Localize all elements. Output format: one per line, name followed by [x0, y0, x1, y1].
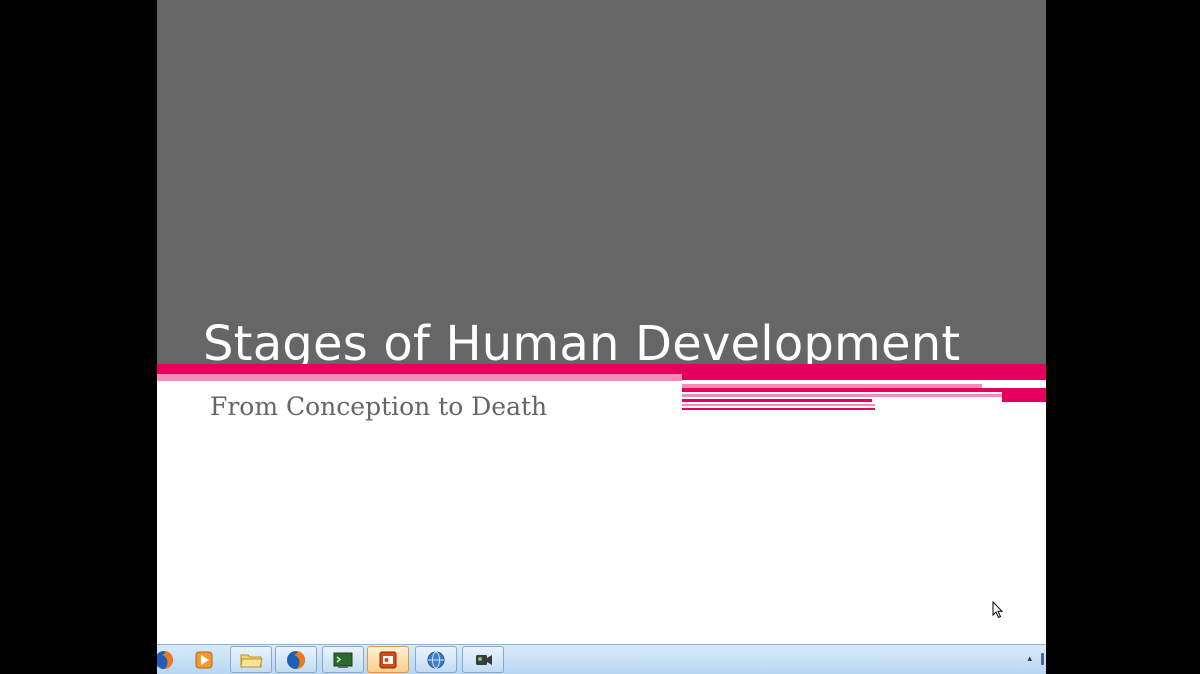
accent-stripe-band	[682, 374, 1046, 380]
accent-stripe-light	[157, 374, 682, 381]
slide-title-area	[157, 0, 1046, 364]
network-globe-icon	[427, 651, 445, 668]
terminal-icon	[333, 652, 353, 668]
taskbar-item-firefox[interactable]	[275, 646, 317, 673]
taskbar-item-media-player[interactable]	[183, 646, 225, 673]
accent-line	[682, 408, 875, 410]
accent-block	[1002, 392, 1046, 402]
taskbar-item-camcorder[interactable]	[462, 646, 504, 673]
show-desktop-button[interactable]	[1041, 653, 1044, 665]
accent-line	[682, 388, 1046, 392]
taskbar-item-powerpoint[interactable]	[367, 646, 409, 673]
taskbar-item-firefox-partial[interactable]	[157, 646, 185, 673]
show-hidden-icons-button[interactable]: ▴	[1027, 654, 1032, 664]
accent-stripe	[157, 364, 1046, 374]
camcorder-icon	[476, 654, 492, 665]
taskbar-item-explorer[interactable]	[230, 646, 272, 673]
accent-line	[682, 394, 1032, 397]
folder-icon	[240, 654, 263, 667]
slide-subtitle: From Conception to Death	[210, 392, 548, 421]
firefox-icon	[287, 650, 305, 669]
powerpoint-icon	[379, 651, 397, 668]
accent-line	[682, 404, 875, 406]
media-player-icon	[195, 651, 213, 668]
screen: Stages of Human Development From Concept…	[157, 0, 1046, 674]
accent-line	[682, 399, 872, 402]
taskbar-item-terminal[interactable]	[322, 646, 364, 673]
taskbar-item-network[interactable]	[415, 646, 457, 673]
firefox-icon	[157, 650, 173, 669]
taskbar: ▴	[157, 644, 1046, 674]
mouse-cursor-icon	[992, 601, 1004, 619]
